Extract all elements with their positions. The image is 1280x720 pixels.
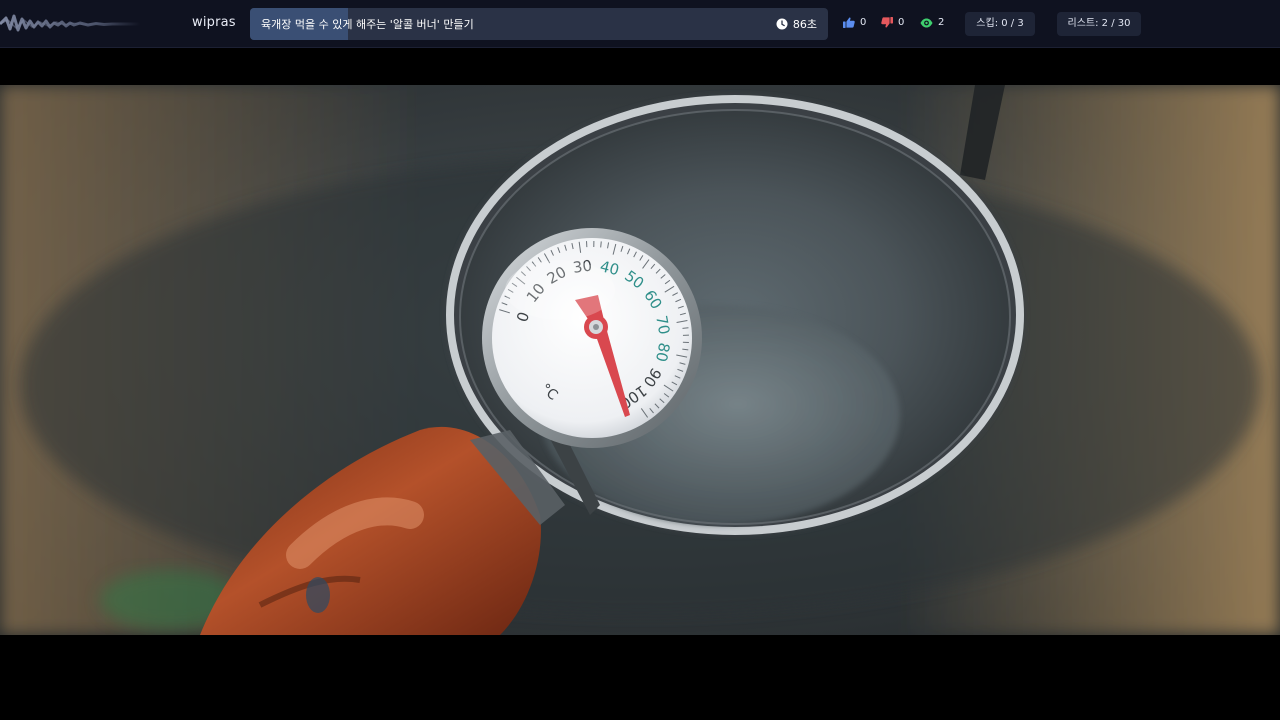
- thumbs-down-icon: [881, 17, 893, 28]
- username[interactable]: wipras: [192, 15, 236, 30]
- top-bar: wipras 육개장 먹을 수 있게 해주는 '알콜 버너' 만들기 86초 0…: [0, 0, 1280, 48]
- video-player[interactable]: 0 10 20 30 40 50 60 70 80 90 100 °C: [0, 85, 1280, 635]
- timer: 86초: [776, 16, 817, 32]
- logo[interactable]: [0, 10, 140, 38]
- views-stat: 2: [920, 17, 944, 28]
- app-window: wipras 육개장 먹을 수 있게 해주는 '알콜 버너' 만들기 86초 0…: [0, 0, 1280, 720]
- like-button[interactable]: 0: [843, 17, 866, 28]
- dial-minor-tick: [600, 241, 602, 248]
- dial-label: 70: [652, 314, 673, 336]
- list-counter[interactable]: 리스트: 2 / 30: [1057, 12, 1141, 36]
- thumbs-up-icon: [843, 17, 855, 28]
- video-frame: 01020 30 40 5060708090100 °C: [0, 85, 1280, 635]
- dislike-button[interactable]: 0: [881, 17, 904, 28]
- skip-counter[interactable]: 스킵: 0 / 3: [965, 12, 1035, 36]
- clock-icon: [776, 18, 788, 30]
- dial-minor-tick: [682, 327, 689, 329]
- timer-value: 86초: [792, 18, 817, 31]
- thermometer-dial: 01020 30 40 5060708090100 °C: [482, 228, 702, 448]
- video-title: 육개장 먹을 수 있게 해주는 '알콜 버너' 만들기: [261, 18, 474, 31]
- eye-icon: [920, 18, 933, 28]
- dislikes-count: 0: [898, 17, 905, 28]
- dial-label: 80: [652, 341, 673, 363]
- views-count: 2: [938, 17, 945, 28]
- video-title-bar: 육개장 먹을 수 있게 해주는 '알콜 버너' 만들기 86초: [250, 8, 828, 40]
- likes-count: 0: [860, 17, 867, 28]
